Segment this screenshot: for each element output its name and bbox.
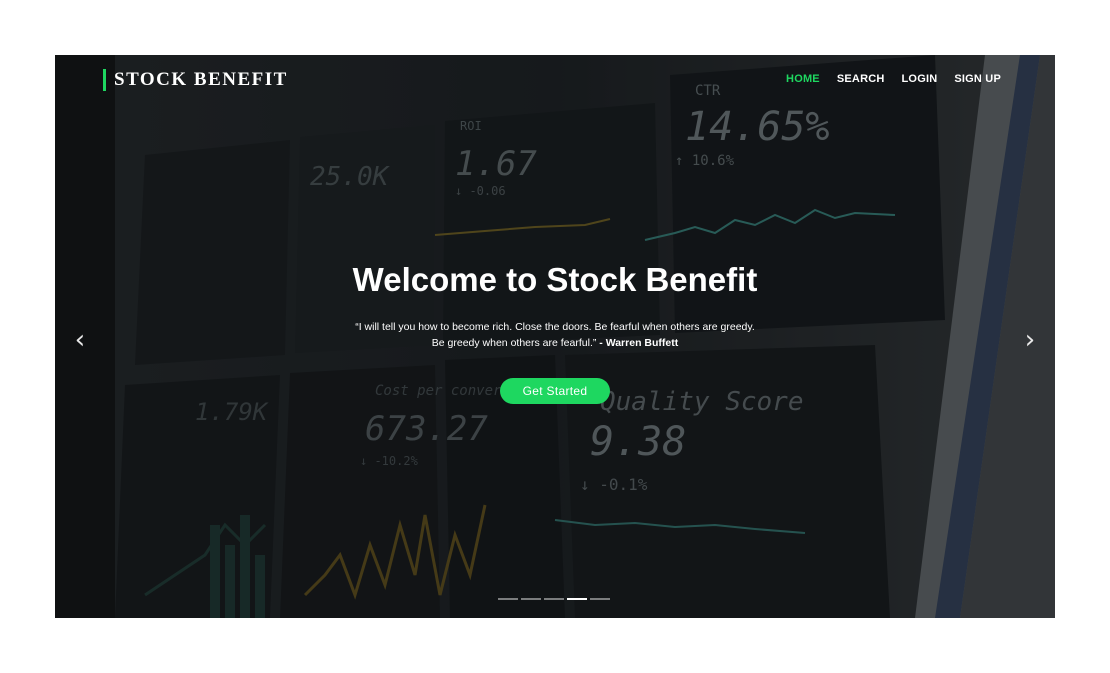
carousel-indicator-2[interactable] (521, 598, 541, 600)
chevron-right-icon[interactable]: › (1020, 325, 1040, 355)
hero-title: Welcome to Stock Benefit (352, 261, 758, 298)
chevron-left-icon[interactable]: ‹ (70, 325, 90, 355)
hero-carousel: ROI 1.67 ↓ -0.06 25.0K CTR 14.65% ↑ 10.6… (55, 55, 1055, 618)
quote-text: “I will tell you how to become rich. Clo… (355, 321, 755, 349)
nav-search[interactable]: SEARCH (837, 72, 885, 86)
hero-quote: “I will tell you how to become rich. Clo… (355, 319, 755, 351)
carousel-indicator-1[interactable] (498, 598, 518, 600)
quote-author: - Warren Buffett (599, 337, 679, 349)
carousel-indicator-4[interactable] (567, 598, 587, 600)
nav-sign-up[interactable]: SIGN UP (954, 72, 1001, 86)
nav-home[interactable]: HOME (786, 72, 820, 86)
carousel-indicator-3[interactable] (544, 598, 564, 600)
get-started-button[interactable]: Get Started (500, 378, 610, 404)
carousel-indicators (498, 598, 610, 600)
main-nav: HOME SEARCH LOGIN SIGN UP (786, 72, 1001, 86)
carousel-indicator-5[interactable] (590, 598, 610, 600)
brand-logo[interactable]: STOCK BENEFIT (103, 69, 288, 91)
nav-login[interactable]: LOGIN (902, 72, 938, 86)
